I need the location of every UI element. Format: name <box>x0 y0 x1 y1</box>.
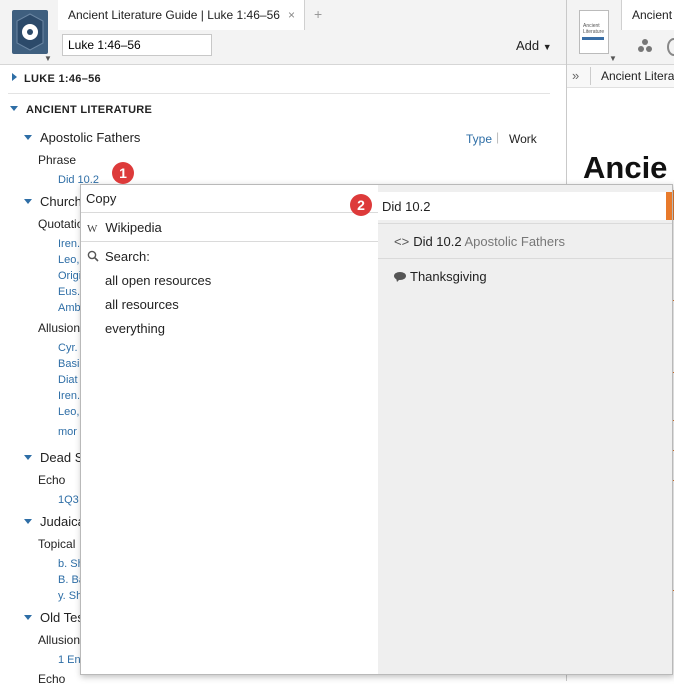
book-cover-icon[interactable]: Ancient Literature <box>579 10 609 54</box>
section-heading: ANCIENT LITERATURE <box>26 104 153 116</box>
list-item[interactable]: Iren. <box>58 238 80 250</box>
collapse-arrow-icon <box>24 615 32 620</box>
reference-sub: Apostolic Fathers <box>464 234 565 249</box>
list-item[interactable]: Leo, <box>58 254 79 266</box>
wikipedia-menu-item[interactable]: W Wikipedia <box>87 220 162 235</box>
wikipedia-icon: W <box>87 223 98 235</box>
wikipedia-label: Wikipedia <box>105 220 162 235</box>
tab-title: Ancient <box>632 8 673 22</box>
menu-divider <box>378 258 672 259</box>
list-item[interactable]: y. Sh <box>58 590 82 602</box>
list-item[interactable]: Basi <box>58 358 79 370</box>
search-icon[interactable] <box>667 38 674 56</box>
tab-close-icon[interactable]: × <box>288 8 295 22</box>
reference-input[interactable] <box>62 34 212 56</box>
toggle-separator: | <box>496 130 500 144</box>
add-button-label: Add <box>516 38 540 53</box>
context-menu: Copy W Wikipedia Search: all open resourc… <box>80 184 673 675</box>
collapse-arrow-icon <box>24 135 32 140</box>
search-all-resources[interactable]: all resources <box>105 297 179 312</box>
topical-label: Topical <box>38 537 76 551</box>
tab-ancient[interactable]: Ancient <box>621 0 674 30</box>
search-label: Search: <box>105 249 150 264</box>
group-old-testament[interactable]: Old Tes <box>24 610 84 625</box>
chevron-down-icon: ▼ <box>542 42 552 52</box>
list-item[interactable]: Cyr. <box>58 342 78 354</box>
list-item[interactable]: 1 En <box>58 654 81 666</box>
list-item[interactable]: Eus. <box>58 286 80 298</box>
group-apostolic-fathers[interactable]: Apostolic Fathers <box>24 130 140 145</box>
section-ancient-literature[interactable]: ANCIENT LITERATURE <box>10 102 152 116</box>
group-label: Old Tes <box>40 610 84 625</box>
speech-bubble-icon <box>394 272 406 282</box>
reference-menu-item[interactable]: <> Did 10.2 Apostolic Fathers <box>394 234 565 249</box>
section-heading: LUKE 1:46–56 <box>24 73 101 85</box>
book-cover-stripe <box>582 37 604 40</box>
resource-menu-caret-icon[interactable]: ▼ <box>44 54 52 63</box>
collapse-arrow-icon <box>24 455 32 460</box>
resource-gear-icon[interactable] <box>12 10 48 54</box>
list-item[interactable]: Amb <box>58 302 81 314</box>
work-toggle-link[interactable]: Work <box>509 132 537 146</box>
new-tab-icon[interactable]: + <box>314 6 322 22</box>
tab-title: Ancient Literature Guide | Luke 1:46–56 <box>68 8 280 22</box>
callout-badge-2: 2 <box>350 194 372 216</box>
callout-badge-1: 1 <box>112 162 134 184</box>
phrase-label: Phrase <box>38 153 77 167</box>
breadcrumb: » Ancient Litera <box>567 65 674 88</box>
book-cover-title: Ancient Literature <box>583 23 605 35</box>
panel-menu-icon[interactable] <box>637 38 653 57</box>
list-item[interactable]: Leo, <box>58 406 79 418</box>
selection-accent <box>666 192 672 220</box>
group-judaica[interactable]: Judaica <box>24 514 85 529</box>
list-item[interactable]: Iren. <box>58 390 80 402</box>
document-title: Ancie <box>583 150 668 185</box>
book-menu-caret-icon[interactable]: ▼ <box>609 54 617 63</box>
quotation-label: Quotatio <box>38 217 84 231</box>
echo-label: Echo <box>38 672 66 686</box>
list-item[interactable]: Diat <box>58 374 78 386</box>
add-button[interactable]: Add ▼ <box>516 38 552 53</box>
topic-label: Thanksgiving <box>410 269 487 284</box>
breadcrumb-title[interactable]: Ancient Litera <box>601 69 674 83</box>
left-panel-header: ▼ Ancient Literature Guide | Luke 1:46–5… <box>0 0 566 65</box>
search-everything[interactable]: everything <box>105 321 165 336</box>
search-heading: Search: <box>87 249 150 264</box>
group-label: Church <box>40 194 82 209</box>
group-church[interactable]: Church <box>24 194 82 209</box>
collapse-arrow-icon <box>10 106 18 111</box>
allusion-label: Allusion <box>38 321 81 335</box>
breadcrumb-chevron-icon[interactable]: » <box>572 68 579 83</box>
collapse-arrow-icon <box>24 519 32 524</box>
more-link[interactable]: mor <box>58 426 77 438</box>
menu-divider <box>378 223 672 224</box>
menu-divider <box>81 212 378 213</box>
selection-text: Did 10.2 <box>382 199 431 214</box>
group-label: Judaica <box>40 514 85 529</box>
list-item[interactable]: Origi <box>58 270 81 282</box>
allusion-label: Allusion <box>38 633 81 647</box>
echo-label: Echo <box>38 473 66 487</box>
section-divider <box>8 93 550 94</box>
tab-ancient-literature-guide[interactable]: Ancient Literature Guide | Luke 1:46–56 … <box>58 0 305 30</box>
section-luke-reference[interactable]: LUKE 1:46–56 <box>12 71 101 85</box>
reference-main: Did 10.2 <box>413 234 462 249</box>
search-icon <box>87 250 99 262</box>
context-menu-selection-panel: Did 10.2 <> Did 10.2 Apostolic Fathers Th… <box>378 185 672 674</box>
selection-row[interactable]: Did 10.2 <box>378 192 666 220</box>
search-all-open-resources[interactable]: all open resources <box>105 273 211 288</box>
group-label: Apostolic Fathers <box>40 130 141 145</box>
breadcrumb-divider <box>590 67 591 85</box>
copy-menu-item[interactable]: Copy <box>86 191 116 206</box>
code-brackets-icon: <> <box>394 234 410 249</box>
type-toggle-link[interactable]: Type <box>466 132 492 146</box>
expand-arrow-icon <box>12 73 17 81</box>
list-item[interactable]: 1Q3 <box>58 494 79 506</box>
right-panel-header: Ancient Literature ▼ Ancient <box>567 0 674 65</box>
collapse-arrow-icon <box>24 199 32 204</box>
menu-divider <box>81 241 378 242</box>
topic-menu-item[interactable]: Thanksgiving <box>394 269 487 284</box>
